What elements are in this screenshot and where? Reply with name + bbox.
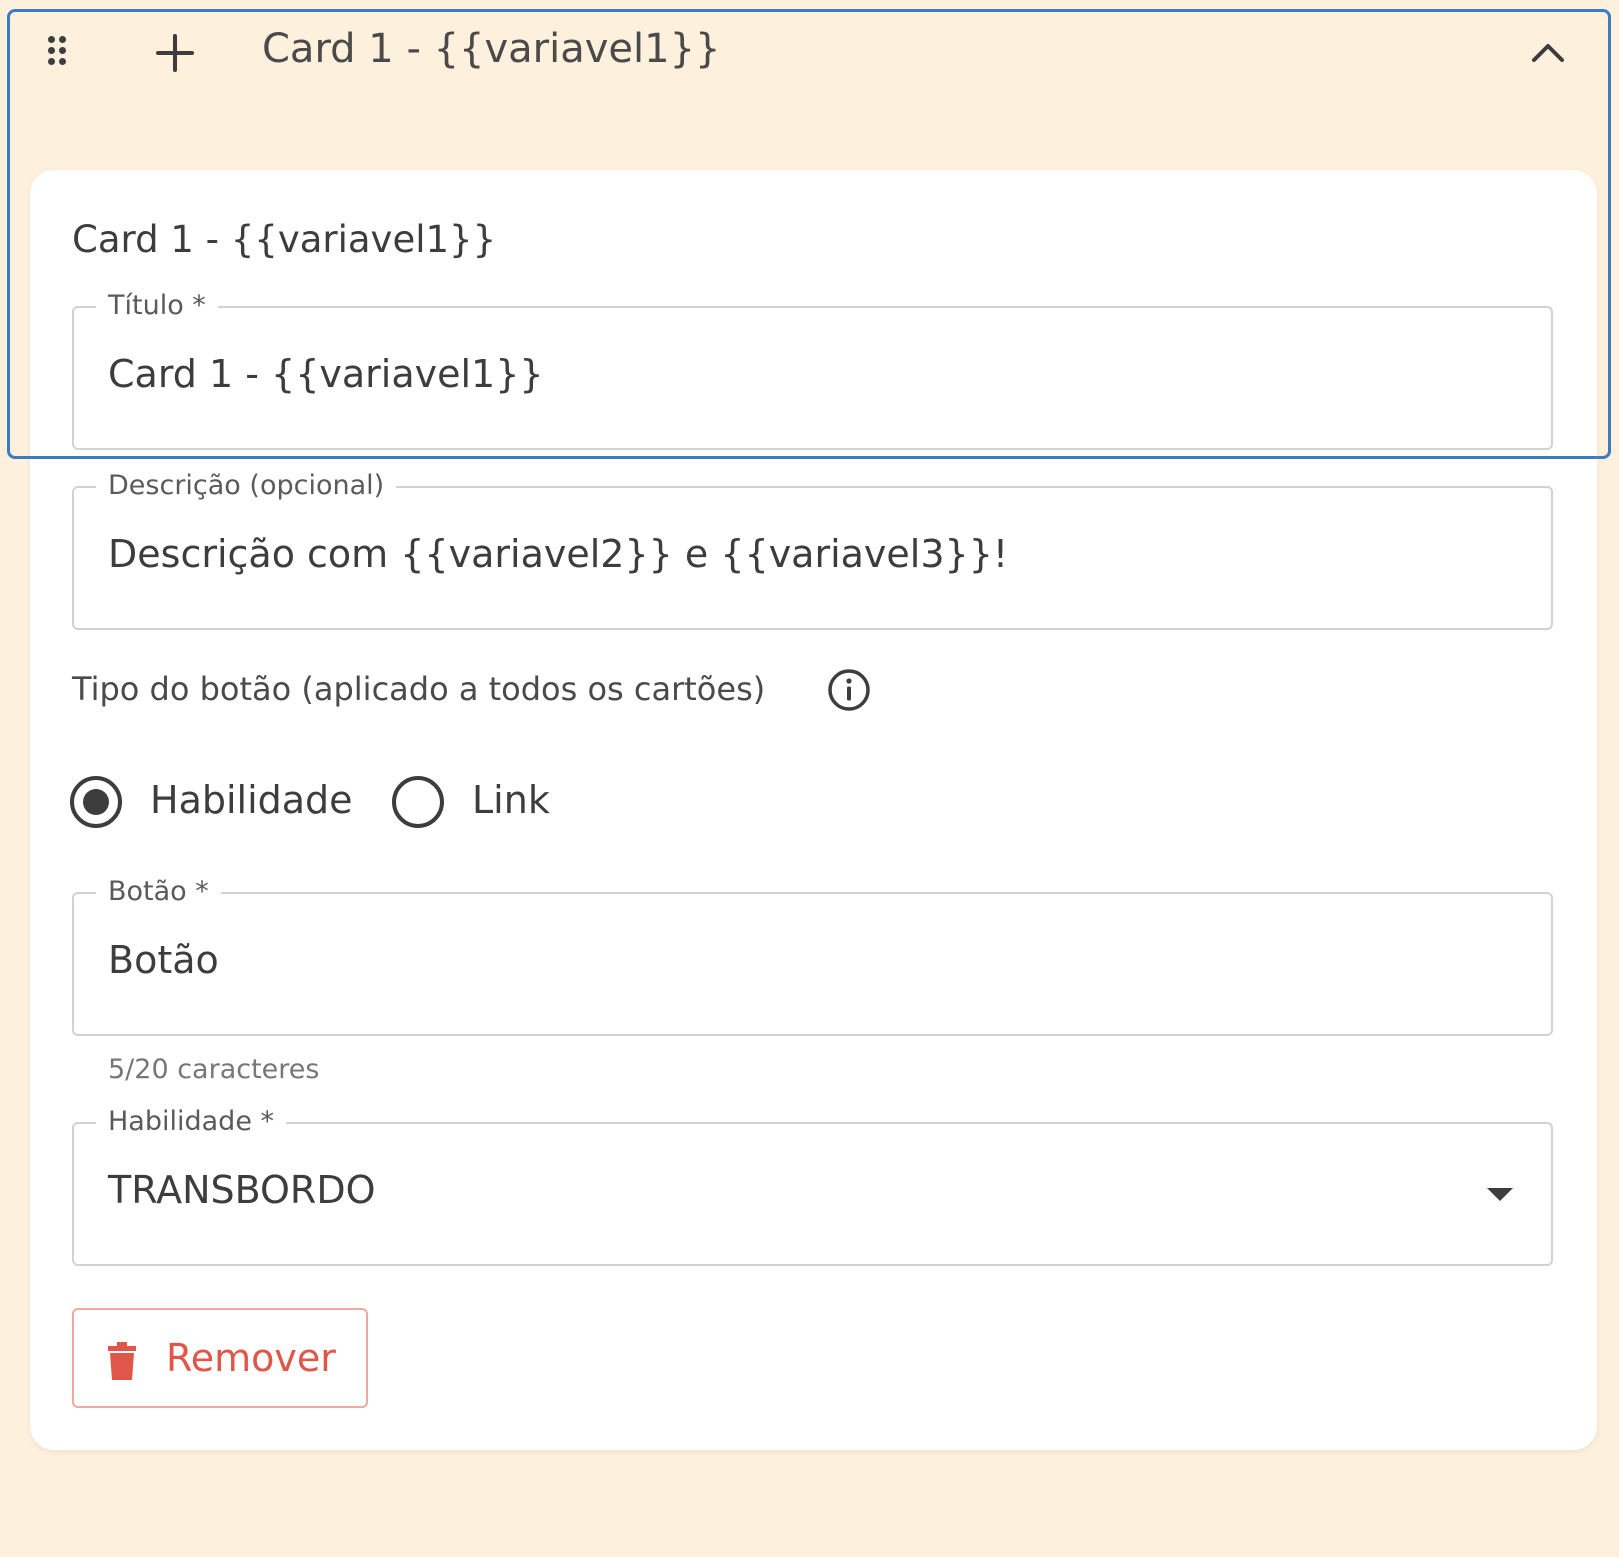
trash-icon — [108, 1342, 136, 1380]
title-field-label: Título * — [96, 282, 218, 330]
title-field[interactable]: Título * Card 1 - {{variavel1}} — [72, 282, 1553, 450]
drag-handle-icon[interactable] — [46, 34, 76, 74]
title-field-value[interactable]: Card 1 - {{variavel1}} — [108, 352, 544, 396]
plus-icon[interactable] — [154, 32, 196, 74]
radio-habilidade[interactable] — [70, 776, 122, 828]
description-field-value[interactable]: Descrição com {{variavel2}} e {{variavel… — [108, 532, 1008, 576]
card-panel: Card 1 - {{variavel1}} Card 1 - {{variav… — [0, 0, 1619, 1557]
info-icon[interactable] — [826, 667, 872, 713]
radio-habilidade-label[interactable]: Habilidade — [150, 778, 353, 822]
dropdown-arrow-icon[interactable] — [1487, 1188, 1513, 1201]
chevron-up-icon[interactable] — [1528, 36, 1568, 66]
description-field-label: Descrição (opcional) — [96, 462, 397, 510]
button-text-field[interactable]: Botão * Botão — [72, 868, 1553, 1036]
character-counter: 5/20 caracteres — [108, 1054, 320, 1085]
card-title: Card 1 - {{variavel1}} — [72, 218, 497, 261]
button-field-value[interactable]: Botão — [108, 938, 219, 982]
card-header[interactable]: Card 1 - {{variavel1}} — [0, 0, 1619, 110]
button-field-label: Botão * — [96, 868, 221, 916]
button-type-label: Tipo do botão (aplicado a todos os cartõ… — [72, 670, 766, 708]
radio-link-label[interactable]: Link — [472, 778, 550, 822]
remove-button[interactable]: Remover — [72, 1308, 368, 1408]
remove-button-label: Remover — [166, 1336, 336, 1380]
card-form: Card 1 - {{variavel1}} Título * Card 1 -… — [30, 170, 1597, 1450]
skill-select-value[interactable]: TRANSBORDO — [108, 1168, 376, 1212]
radio-link[interactable] — [392, 776, 444, 828]
header-title: Card 1 - {{variavel1}} — [262, 26, 721, 72]
skill-select-label: Habilidade * — [96, 1098, 287, 1146]
skill-select[interactable]: Habilidade * TRANSBORDO — [72, 1098, 1553, 1266]
description-field[interactable]: Descrição (opcional) Descrição com {{var… — [72, 462, 1553, 630]
